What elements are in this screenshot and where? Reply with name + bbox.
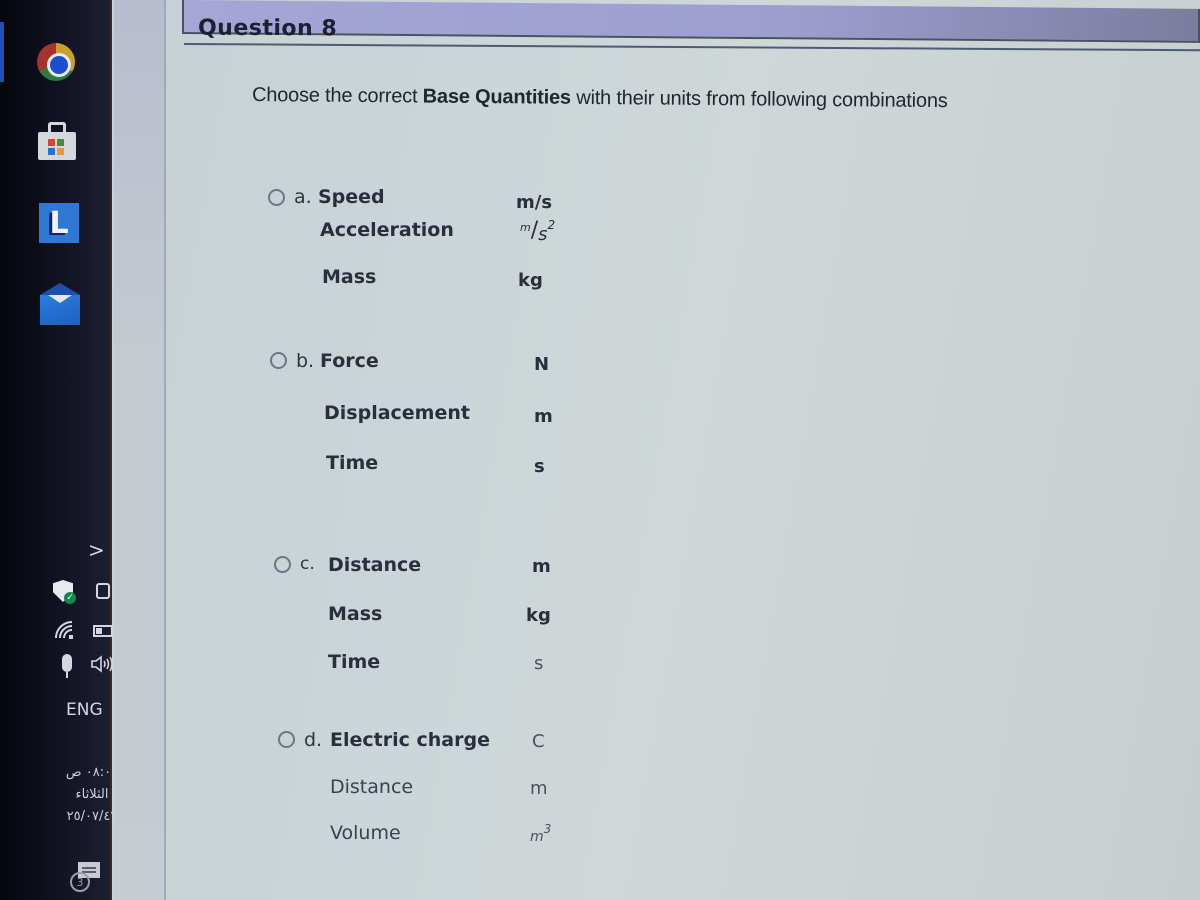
option-letter: d. (304, 729, 323, 751)
option-quantity: Acceleration (320, 219, 454, 241)
option-quantity: Mass (322, 266, 377, 288)
microphone-icon[interactable] (60, 652, 74, 680)
option-quantity: Electric charge (330, 729, 490, 751)
option-quantity: Distance (330, 776, 414, 798)
question-prompt: Choose the correct Base Quantities with … (252, 84, 948, 113)
question-divider (183, 43, 1200, 52)
battery-cell (93, 625, 113, 637)
option-letter: b. (296, 350, 315, 372)
camera-icon[interactable] (92, 578, 114, 604)
option-unit: C (532, 731, 545, 752)
unit-numerator: m (520, 221, 531, 234)
option-unit: kg (518, 270, 543, 291)
wifi-icon[interactable] (54, 620, 76, 640)
option-quantity: Time (326, 452, 379, 474)
option-unit: s (534, 653, 544, 674)
store-logo-blue (48, 148, 55, 155)
volume-speaker-icon[interactable] (90, 654, 114, 674)
show-hidden-icons-chevron-icon[interactable]: > (88, 540, 105, 560)
taskbar-app-chrome[interactable] (34, 40, 80, 86)
option-quantity: Volume (330, 822, 401, 844)
option-quantity: Time (328, 651, 381, 673)
chrome-icon (37, 43, 75, 81)
option-quantity: Mass (328, 603, 383, 625)
prompt-text-start: Choose the correct (251, 84, 423, 108)
mic-stand (66, 672, 68, 678)
unit-exponent: 3 (543, 822, 552, 836)
option-quantity: Distance (328, 554, 422, 576)
option-unit: m (534, 406, 553, 427)
mic-capsule (62, 654, 72, 672)
quiz-page: Question 8 Choose the correct Base Quant… (166, 0, 1200, 900)
option-unit: N (534, 354, 550, 375)
option-letter: c. (300, 554, 315, 574)
windows-security-icon[interactable]: ✓ (50, 578, 76, 604)
taskbar: L > ✓ ENG ٠٨:٠٥ ص الثلاثاء ٢٥/٠٧/٤٢ 3 (0, 0, 118, 900)
speaker-glyph (91, 655, 113, 673)
input-language-indicator[interactable]: ENG (66, 702, 103, 719)
battery-icon[interactable] (92, 624, 114, 638)
option-unit: m (530, 778, 548, 799)
option-unit: s (534, 456, 545, 477)
store-logo-green (57, 139, 64, 146)
taskbar-active-indicator (0, 22, 4, 82)
unit-denominator: s (538, 224, 548, 245)
prompt-text-bold: Base Quantities (422, 85, 571, 109)
radio-option-c[interactable] (274, 556, 291, 573)
notification-count-badge: 3 (70, 872, 90, 892)
unit-exponent: 2 (547, 218, 556, 232)
radio-option-d[interactable] (278, 731, 295, 748)
store-logo-yellow (57, 148, 64, 155)
radio-option-a[interactable] (268, 189, 285, 206)
option-quantity: Displacement (324, 402, 470, 424)
action-center-button[interactable]: 3 (68, 862, 102, 894)
camera-body (96, 583, 110, 599)
question-title: Question 8 (197, 15, 338, 42)
mail-letter-shape (48, 295, 72, 303)
radio-option-b[interactable] (270, 352, 287, 369)
option-unit-power: m3 (530, 822, 551, 845)
option-letter: a. (294, 186, 312, 208)
option-unit: m/s (516, 192, 553, 213)
checkmark-icon: ✓ (64, 592, 76, 604)
option-unit: kg (526, 605, 551, 626)
page-left-gutter (114, 0, 166, 900)
taskbar-app-l[interactable]: L (34, 200, 80, 246)
wifi-glyph (55, 621, 73, 639)
option-quantity: Force (320, 350, 379, 372)
taskbar-app-mail[interactable] (34, 283, 80, 329)
option-quantity: Speed (318, 186, 385, 208)
store-bag-icon (38, 132, 76, 160)
option-unit-fraction: m/s2 (520, 218, 555, 245)
option-unit: m (532, 556, 551, 577)
prompt-text-end: with their units from following combinat… (570, 86, 948, 113)
taskbar-app-store[interactable] (34, 118, 80, 164)
l-tile-icon: L (39, 203, 79, 243)
store-logo-red (48, 139, 55, 146)
unit-base: m (530, 829, 544, 845)
mail-envelope-flap (40, 283, 80, 295)
